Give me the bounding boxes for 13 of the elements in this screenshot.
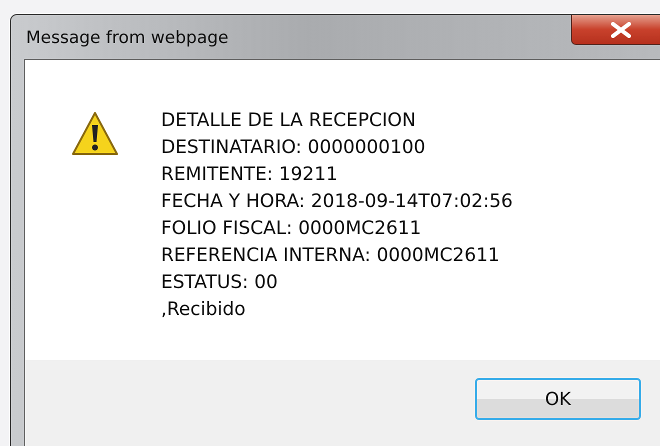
message-line: DETALLE DE LA RECEPCION — [161, 109, 417, 133]
message-line: FOLIO FISCAL: 0000MC2611 — [161, 217, 422, 241]
warning-icon — [71, 111, 119, 157]
window-title: Message from webpage — [26, 28, 228, 48]
message-line: ,Recibido — [161, 298, 247, 322]
message-line: REFERENCIA INTERNA: 0000MC2611 — [161, 244, 501, 268]
close-button[interactable] — [571, 15, 660, 45]
message-line: REMITENTE: 19211 — [161, 163, 339, 187]
ok-button[interactable]: OK — [475, 378, 641, 420]
message-line: DESTINATARIO: 0000000100 — [161, 136, 426, 160]
close-icon — [610, 22, 632, 38]
message-line: ESTATUS: 00 — [161, 271, 279, 295]
message-line: FECHA Y HORA: 2018-09-14T07:02:56 — [161, 190, 513, 214]
